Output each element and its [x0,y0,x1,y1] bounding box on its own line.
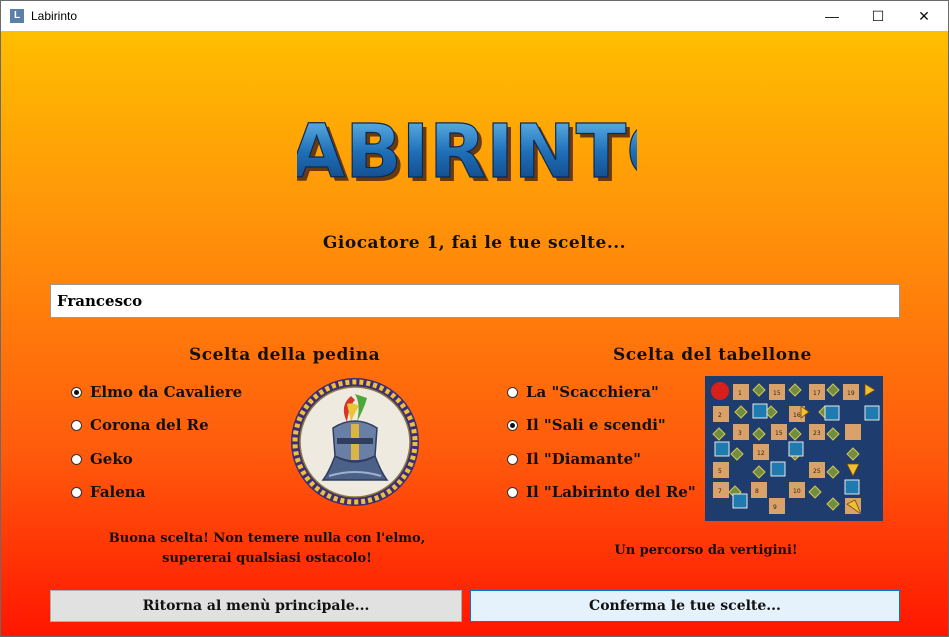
maximize-button[interactable]: ☐ [855,1,901,31]
option-label: Elmo da Cavaliere [90,383,243,401]
board-option-sali-e-scendi[interactable]: Il "Sali e scendi" [507,416,666,434]
pawn-option-elmo[interactable]: Elmo da Cavaliere [71,383,242,401]
svg-text:15: 15 [775,430,783,437]
svg-text:15: 15 [773,390,781,397]
svg-text:7: 7 [718,488,722,495]
svg-text:16: 16 [793,412,801,419]
app-window: L Labirinto — ☐ ✕ LABIRINTO LABIRINTO Gi… [0,0,949,637]
player-prompt: Giocatore 1, fai le tue scelte... [322,233,627,253]
svg-text:17: 17 [813,390,821,397]
option-label: Il "Diamante" [526,450,641,468]
option-label: La "Scacchiera" [526,383,659,401]
title-bar: L Labirinto — ☐ ✕ [1,1,948,31]
back-to-menu-button[interactable]: Ritorna al menù principale... [50,590,462,622]
pawn-option-geko[interactable]: Geko [71,450,133,468]
option-label: Il "Sali e scendi" [526,416,666,434]
labirinto-logo: LABIRINTO LABIRINTO [297,111,637,191]
radio-checked-icon [71,386,82,398]
pawn-option-falena[interactable]: Falena [71,483,145,501]
minimize-button[interactable]: — [809,1,855,31]
svg-text:2: 2 [718,412,722,419]
svg-text:19: 19 [847,390,855,397]
radio-icon [71,419,82,431]
svg-text:1: 1 [738,390,742,397]
radio-icon [507,486,518,498]
player-name-input[interactable] [50,284,900,318]
radio-icon [507,453,518,465]
board-description: Un percorso da vertigini! [614,543,798,558]
option-label: Il "Labirinto del Re" [526,483,696,501]
confirm-choices-button[interactable]: Conferma le tue scelte... [470,590,900,622]
pawn-section-title: Scelta della pedina [189,345,381,365]
svg-text:23: 23 [813,430,821,437]
radio-icon [507,386,518,398]
option-label: Falena [90,483,146,501]
radio-icon [71,486,82,498]
board-section-title: Scelta del tabellone [613,345,812,365]
board-option-labirinto-del-re[interactable]: Il "Labirinto del Re" [507,483,696,501]
radio-checked-icon [507,419,518,431]
svg-text:9: 9 [773,504,777,511]
main-content: LABIRINTO LABIRINTO Giocatore 1, fai le … [1,31,948,636]
app-icon: L [10,9,24,23]
option-label: Geko [90,450,133,468]
svg-text:25: 25 [813,468,821,475]
svg-text:3: 3 [738,430,742,437]
pawn-description-line: Buona scelta! Non temere nulla con l'elm… [108,531,426,546]
pawn-description-line: supererai qualsiasi ostacolo! [162,551,372,566]
board-option-scacchiera[interactable]: La "Scacchiera" [507,383,659,401]
option-label: Corona del Re [90,416,209,434]
close-button[interactable]: ✕ [901,1,947,31]
board-option-diamante[interactable]: Il "Diamante" [507,450,641,468]
board-preview-image: 1 15 17 19 2 16 3 15 23 12 5 7 25 8 9 10 [705,376,883,521]
window-title: Labirinto [31,9,78,23]
svg-text:12: 12 [757,450,765,457]
svg-text:10: 10 [793,488,801,495]
svg-text:5: 5 [718,468,722,475]
svg-text:8: 8 [755,488,759,495]
logo-text: LABIRINTO [297,111,637,191]
knight-helmet-medal-icon [291,378,419,506]
pawn-option-corona[interactable]: Corona del Re [71,416,209,434]
pawn-description: Buona scelta! Non temere nulla con l'elm… [71,529,463,569]
radio-icon [71,453,82,465]
